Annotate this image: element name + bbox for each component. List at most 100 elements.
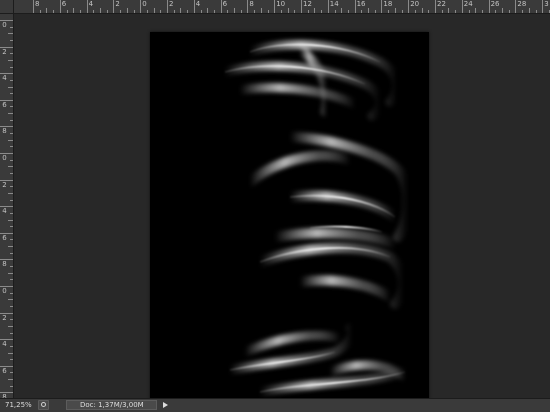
ruler-minor-tick xyxy=(535,10,537,13)
ruler-minor-tick xyxy=(8,379,13,381)
ruler-label: 4 xyxy=(2,340,7,349)
ruler-label: 8 xyxy=(2,260,7,269)
ruler-tick xyxy=(327,0,329,13)
ruler-minor-tick xyxy=(187,10,189,13)
ruler-label: 4 xyxy=(2,207,7,216)
chrome-graffiti-artwork xyxy=(220,40,413,397)
ruler-minor-tick xyxy=(133,10,135,13)
ruler-minor-tick xyxy=(8,299,13,301)
ruler-label: 8 xyxy=(35,0,40,8)
ruler-minor-tick xyxy=(160,10,162,13)
ruler-minor-tick xyxy=(495,10,497,13)
ruler-tick xyxy=(274,0,276,13)
ruler-minor-tick xyxy=(455,10,457,13)
ruler-tick xyxy=(247,0,249,13)
ruler-tick xyxy=(167,0,168,13)
ruler-minor-tick xyxy=(10,79,13,81)
ruler-label: 14 xyxy=(329,0,339,8)
ruler-label: 2 xyxy=(2,313,7,322)
ruler-minor-tick xyxy=(441,10,443,13)
document-size-info: Doc: 1,37M/3,00M xyxy=(80,401,144,409)
ruler-minor-tick xyxy=(93,10,95,13)
proof-setup-icon[interactable] xyxy=(38,400,49,410)
ruler-minor-tick xyxy=(294,10,296,13)
ruler-minor-tick xyxy=(200,10,202,13)
ruler-minor-tick xyxy=(10,53,13,55)
ruler-minor-tick xyxy=(522,10,524,13)
ruler-minor-tick xyxy=(8,325,13,327)
ruler-label: 28 xyxy=(517,0,527,8)
ruler-tick xyxy=(461,0,463,13)
ruler-minor-tick xyxy=(307,10,309,13)
ruler-minor-tick xyxy=(10,372,13,374)
ruler-label: 8 xyxy=(2,127,7,136)
ruler-minor-tick xyxy=(401,10,403,13)
ruler-minor-tick xyxy=(227,10,229,13)
status-bar: 71,25% Doc: 1,37M/3,00M xyxy=(0,398,550,412)
ruler-minor-tick xyxy=(448,8,450,13)
play-triangle-icon[interactable] xyxy=(161,401,170,410)
ruler-minor-tick xyxy=(341,8,343,13)
ruler-minor-tick xyxy=(173,10,175,13)
ruler-minor-tick xyxy=(10,332,13,334)
ruler-label: 0 xyxy=(2,21,7,29)
ruler-minor-tick xyxy=(10,66,13,68)
ruler-minor-tick xyxy=(8,113,13,115)
ruler-minor-tick xyxy=(10,212,13,214)
ruler-minor-tick xyxy=(10,186,13,188)
ruler-minor-tick xyxy=(66,10,68,13)
vertical-ruler[interactable]: 024680246802468 xyxy=(0,14,14,398)
ruler-minor-tick xyxy=(10,93,13,95)
ruler-label: 20 xyxy=(410,0,420,8)
ruler-minor-tick xyxy=(8,166,13,168)
ruler-minor-tick xyxy=(10,385,13,387)
ruler-minor-tick xyxy=(260,8,262,13)
ruler-minor-tick xyxy=(46,8,48,13)
ruler-minor-tick xyxy=(10,199,13,201)
ruler-minor-tick xyxy=(126,8,128,13)
ruler-origin-corner[interactable] xyxy=(0,0,14,14)
ruler-minor-tick xyxy=(388,10,390,13)
ruler-label: 2 xyxy=(2,47,7,56)
zoom-level[interactable]: 71,25% xyxy=(5,401,32,409)
ruler-tick xyxy=(381,0,383,13)
ruler-minor-tick xyxy=(146,10,148,13)
ruler-minor-tick xyxy=(10,119,13,121)
ruler-minor-tick xyxy=(10,239,13,241)
ruler-label: 2 xyxy=(115,0,120,8)
ruler-tick xyxy=(435,0,436,13)
ruler-tick xyxy=(488,0,490,13)
ruler-minor-tick xyxy=(287,8,289,13)
ruler-minor-tick xyxy=(100,8,101,13)
document-workspace[interactable] xyxy=(14,14,550,406)
ruler-minor-tick xyxy=(428,10,430,13)
ruler-minor-tick xyxy=(53,10,55,13)
ruler-minor-tick xyxy=(421,8,423,13)
ruler-tick xyxy=(301,0,302,13)
document-canvas[interactable] xyxy=(150,32,429,406)
ruler-minor-tick xyxy=(79,10,81,13)
ruler-label: 8 xyxy=(249,0,254,8)
ruler-label: 6 xyxy=(2,100,7,109)
ruler-minor-tick xyxy=(39,10,41,13)
ruler-label: 6 xyxy=(2,233,7,242)
ruler-label: 3 xyxy=(544,0,549,8)
ruler-minor-tick xyxy=(10,172,13,174)
horizontal-ruler[interactable]: 8 6 4 2 0 2 4 6 8 10 12 14 16 18 20 22 24 26 28 3 xyxy=(14,0,550,14)
ruler-minor-tick xyxy=(267,10,269,13)
ruler-minor-tick xyxy=(120,10,122,13)
ruler-tick xyxy=(354,0,356,13)
ruler-label: 24 xyxy=(463,0,473,8)
ruler-minor-tick xyxy=(240,10,242,13)
ruler-minor-tick xyxy=(234,8,235,13)
ruler-minor-tick xyxy=(10,266,13,268)
ruler-tick xyxy=(33,0,34,13)
ruler-tick xyxy=(86,0,88,13)
ruler-label: 2 xyxy=(169,0,174,8)
ruler-label: 22 xyxy=(437,0,446,8)
ruler-minor-tick xyxy=(213,10,215,13)
ruler-label: 0 xyxy=(2,287,7,295)
ruler-label: 0 xyxy=(142,0,147,8)
ruler-label: 10 xyxy=(276,0,286,8)
ruler-tick xyxy=(515,0,517,13)
